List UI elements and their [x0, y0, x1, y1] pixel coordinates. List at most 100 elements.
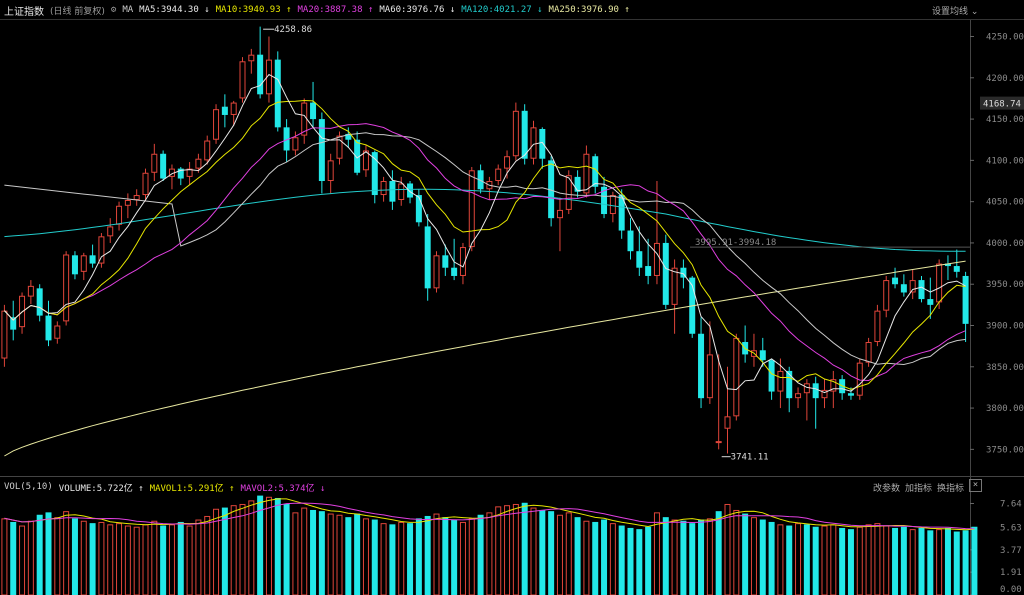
- candle: [213, 104, 220, 144]
- index-name[interactable]: 上证指数: [4, 3, 44, 18]
- volume-bar-down: [274, 497, 281, 595]
- volume-bar-down: [768, 521, 775, 595]
- volume-bar-up: [362, 518, 369, 595]
- ma10-line: [4, 99, 966, 390]
- volume-bar-down: [45, 512, 52, 595]
- volume-bar-up: [777, 524, 784, 595]
- candle: [742, 325, 749, 363]
- volume-tick-label: 3.77: [1000, 546, 1022, 556]
- volume-bar-up: [795, 523, 802, 595]
- candle: [486, 176, 493, 200]
- candle: [750, 333, 757, 367]
- candle: [424, 214, 431, 301]
- candle: [1, 304, 8, 367]
- candle: [415, 189, 422, 227]
- candle-body-up: [495, 168, 502, 182]
- candle-body-up: [230, 102, 237, 115]
- volume-bar-down: [574, 517, 581, 595]
- volume-bar-down: [812, 526, 819, 595]
- candle-body-down: [45, 315, 52, 341]
- volume-bar-up: [398, 521, 405, 595]
- candle: [874, 304, 881, 347]
- candle-body-up: [327, 160, 334, 182]
- edit-params-button[interactable]: 改参数: [873, 481, 900, 494]
- candle: [944, 255, 951, 281]
- candle: [80, 252, 87, 281]
- candle-body-down: [89, 255, 96, 264]
- volume-bar-up: [230, 505, 237, 595]
- volume-bar-up: [195, 519, 202, 595]
- volume-bar-up: [98, 521, 105, 595]
- candle: [380, 176, 387, 202]
- candle-body-up: [583, 153, 590, 194]
- price-chart[interactable]: 4250.00 4200.00 4150.00 4100.00 4050.00 4000.…: [0, 0, 1024, 595]
- candle: [310, 81, 317, 128]
- candle-body-down: [892, 277, 899, 285]
- candle-body-up: [883, 280, 890, 311]
- volume-bar-up: [301, 507, 308, 595]
- volume-bar-up: [248, 500, 255, 595]
- volume-bar-up: [856, 526, 863, 595]
- candle: [221, 94, 228, 128]
- volume-bar-down: [971, 526, 978, 595]
- volume-tick-label: 0.00: [1000, 585, 1022, 595]
- candle: [433, 251, 440, 293]
- volume-bar-up: [27, 520, 34, 595]
- add-indicator-button[interactable]: 加指标: [905, 481, 932, 494]
- volume-bar-up: [909, 529, 916, 595]
- candle: [177, 166, 184, 186]
- candle: [530, 120, 537, 165]
- candle-body-up: [116, 205, 123, 225]
- volume-bar-down: [310, 509, 317, 595]
- candle: [724, 366, 731, 454]
- candle-body-up: [213, 109, 220, 140]
- candle-body-down: [442, 255, 449, 268]
- candle-body-up: [63, 254, 70, 322]
- candle: [803, 379, 810, 421]
- candle-body-up: [292, 137, 299, 151]
- candle: [574, 170, 581, 198]
- volume-bar-down: [539, 509, 546, 595]
- candle: [909, 269, 916, 300]
- candle-body-down: [310, 102, 317, 120]
- volume-bar-down: [847, 529, 854, 595]
- candle-body-down: [36, 288, 43, 316]
- candle-body-up: [874, 310, 881, 343]
- volume-bar-up: [830, 524, 837, 595]
- volume-bar-up: [204, 515, 211, 595]
- gear-icon[interactable]: ⚙: [111, 5, 116, 15]
- candle-body-down: [953, 266, 960, 272]
- volume-bar-up: [265, 496, 272, 595]
- candle: [168, 164, 175, 190]
- candle: [124, 193, 131, 219]
- candle-body-up: [777, 370, 784, 392]
- volume-bar-up: [336, 514, 343, 595]
- candle: [539, 127, 546, 169]
- candle: [512, 102, 519, 161]
- ma5-value: MA5:3944.30 ↓: [139, 5, 210, 15]
- candle: [918, 275, 925, 303]
- volume-bar-down: [689, 523, 696, 595]
- candle-body-up: [733, 337, 740, 417]
- candle-body-down: [962, 275, 969, 324]
- candle-body-up: [195, 158, 202, 169]
- candle: [265, 36, 272, 103]
- volume-header: VOL(5,10) VOLUME:5.722亿 ↑ MAVOL1:5.291亿 …: [0, 477, 1024, 497]
- candle-body-down: [160, 153, 167, 179]
- settings-ma-button[interactable]: 设置均线 ⌄: [932, 4, 978, 17]
- volume-bar-down: [442, 517, 449, 595]
- volume-bar-up: [459, 521, 466, 595]
- candle: [248, 48, 255, 74]
- candle-body-up: [98, 236, 105, 264]
- candle: [107, 218, 114, 243]
- switch-indicator-button[interactable]: 换指标: [937, 481, 964, 494]
- candle-body-down: [900, 284, 907, 293]
- candle: [257, 26, 264, 99]
- volume-bar-down: [389, 524, 396, 595]
- candle-body-down: [415, 195, 422, 223]
- volume-bar-down: [803, 524, 810, 595]
- volume-bar-up: [168, 524, 175, 595]
- candle: [186, 162, 193, 186]
- close-icon[interactable]: ×: [969, 479, 982, 492]
- candle-body-down: [539, 128, 546, 159]
